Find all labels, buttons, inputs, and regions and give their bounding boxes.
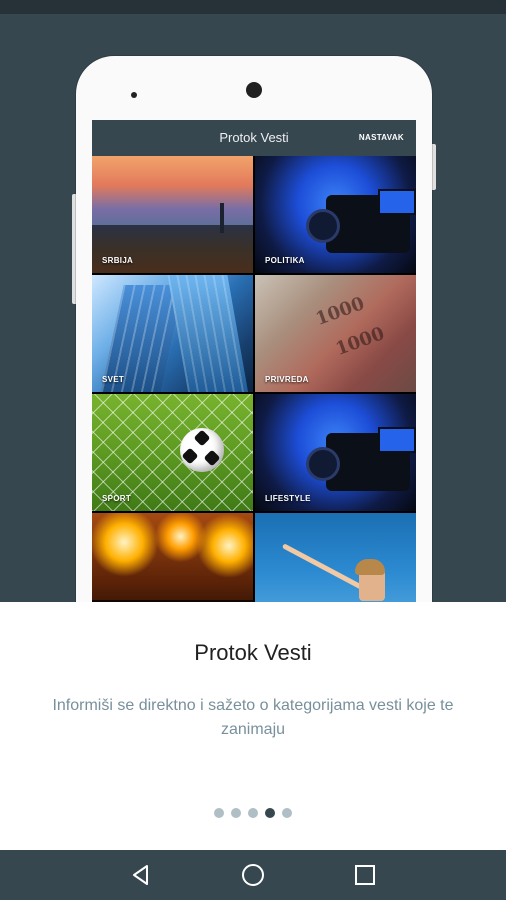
category-label: SVET xyxy=(102,375,125,384)
category-grid: SRBIJA POLITIKA SVET 1000 1000 PRIVREDA … xyxy=(92,156,416,602)
status-bar xyxy=(0,0,506,14)
page-indicator xyxy=(0,808,506,818)
phone-screen: Protok Vesti NASTAVAK SRBIJA POLITIKA SV… xyxy=(92,120,416,602)
banknote-text: 1000 xyxy=(312,293,368,330)
phone-sensor xyxy=(131,92,137,98)
app-bar: Protok Vesti NASTAVAK xyxy=(92,120,416,156)
page-dot-active[interactable] xyxy=(265,808,275,818)
illustration-area: Protok Vesti NASTAVAK SRBIJA POLITIKA SV… xyxy=(0,14,506,602)
skyscraper-image xyxy=(167,275,249,392)
onboarding-sheet: Protok Vesti Informiši se direktno i saž… xyxy=(0,602,506,850)
category-tile-sky[interactable] xyxy=(255,513,416,602)
category-label: POLITIKA xyxy=(265,256,305,265)
back-icon[interactable] xyxy=(128,862,154,888)
category-label: SPORT xyxy=(102,494,132,503)
category-label: PRIVREDA xyxy=(265,375,309,384)
category-label: LIFESTYLE xyxy=(265,494,311,503)
category-tile-politika[interactable]: POLITIKA xyxy=(255,156,416,273)
category-tile-concert[interactable] xyxy=(92,513,253,602)
phone-camera xyxy=(246,82,262,98)
tv-camera-image xyxy=(306,189,416,253)
camera-monitor-image xyxy=(378,427,416,453)
tower-image xyxy=(220,203,224,233)
city-skyline-image xyxy=(92,225,253,273)
onboarding-description: Informiši se direktno i sažeto o kategor… xyxy=(52,697,454,738)
soccer-ball-icon xyxy=(180,428,224,472)
category-label: SRBIJA xyxy=(102,256,134,265)
category-tile-sport[interactable]: SPORT xyxy=(92,394,253,511)
onboarding-title: Protok Vesti xyxy=(194,640,312,665)
navigation-bar xyxy=(0,850,506,900)
camera-lens-image xyxy=(306,209,340,243)
page-dot[interactable] xyxy=(248,808,258,818)
page-dot[interactable] xyxy=(214,808,224,818)
page-dot[interactable] xyxy=(282,808,292,818)
category-tile-srbija[interactable]: SRBIJA xyxy=(92,156,253,273)
person-hair-image xyxy=(355,559,385,575)
category-tile-svet[interactable]: SVET xyxy=(92,275,253,392)
continue-button[interactable]: NASTAVAK xyxy=(359,133,404,142)
banknote-text: 1000 xyxy=(332,323,388,360)
tv-camera-image xyxy=(306,427,416,491)
page-dot[interactable] xyxy=(231,808,241,818)
phone-mockup: Protok Vesti NASTAVAK SRBIJA POLITIKA SV… xyxy=(76,56,432,602)
camera-lens-image xyxy=(306,447,340,481)
camera-monitor-image xyxy=(378,189,416,215)
home-icon[interactable] xyxy=(240,862,266,888)
recents-icon[interactable] xyxy=(352,862,378,888)
category-tile-lifestyle[interactable]: LIFESTYLE xyxy=(255,394,416,511)
category-tile-privreda[interactable]: 1000 1000 PRIVREDA xyxy=(255,275,416,392)
